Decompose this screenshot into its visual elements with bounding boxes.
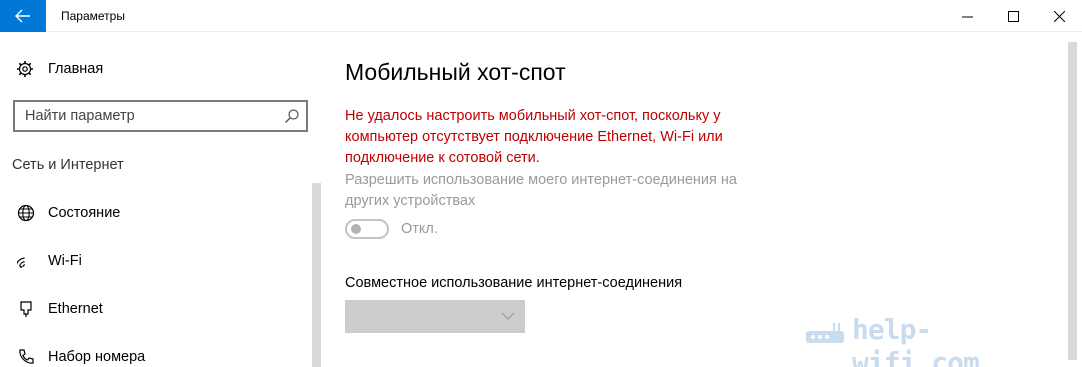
- nav-home[interactable]: Главная: [0, 55, 322, 83]
- title-bar: Параметры: [0, 0, 1082, 32]
- wifi-icon: [17, 257, 26, 268]
- watermark-text: help-wifi.com: [852, 313, 980, 367]
- globe-icon: [17, 204, 35, 222]
- sidebar-item-status[interactable]: Состояние: [0, 198, 308, 228]
- error-message: Не удалось настроить мобильный хот-спот,…: [345, 108, 723, 166]
- toggle-knob: [351, 224, 361, 234]
- nav-home-label: Главная: [48, 61, 104, 77]
- sidebar-item-label: Wi-Fi: [48, 253, 82, 269]
- page-title: Мобильный хот-спот: [345, 59, 566, 85]
- arrow-left-icon: [15, 9, 30, 23]
- hotspot-toggle[interactable]: [345, 219, 389, 239]
- minimize-icon: [961, 16, 973, 17]
- sidebar-item-dialup[interactable]: Набор номера: [0, 342, 308, 367]
- window-title: Параметры: [61, 9, 125, 23]
- back-button[interactable]: [0, 0, 46, 32]
- sidebar-item-ethernet[interactable]: Ethernet: [0, 294, 308, 324]
- share-connection-label: Совместное использование интернет-соедин…: [345, 275, 683, 291]
- allow-sharing-label: Разрешить использование моего интернет-с…: [345, 172, 737, 209]
- close-button[interactable]: [1036, 0, 1082, 32]
- share-connection-select[interactable]: [345, 300, 525, 333]
- watermark: help-wifi.com: [804, 313, 1044, 367]
- router-icon: [806, 323, 844, 343]
- sidebar-item-label: Набор номера: [48, 349, 146, 365]
- sidebar: Главная Сеть и Интернет Состояние Wi-Fi: [0, 33, 322, 367]
- search-icon[interactable]: [284, 108, 300, 124]
- toggle-state-label: Откл.: [401, 221, 438, 237]
- sidebar-scrollbar[interactable]: [312, 183, 321, 367]
- search-input[interactable]: [15, 102, 277, 130]
- phone-icon: [19, 349, 34, 364]
- section-title: Сеть и Интернет: [12, 157, 124, 173]
- sidebar-item-wifi[interactable]: Wi-Fi: [0, 246, 308, 276]
- maximize-icon: [1007, 10, 1019, 22]
- maximize-button[interactable]: [990, 0, 1036, 32]
- close-icon: [1053, 10, 1065, 22]
- sidebar-item-label: Ethernet: [48, 301, 103, 317]
- gear-icon: [17, 61, 33, 77]
- ethernet-icon: [20, 301, 32, 317]
- minimize-button[interactable]: [944, 0, 990, 32]
- sidebar-item-label: Состояние: [48, 205, 121, 221]
- main-scrollbar[interactable]: [1068, 42, 1077, 360]
- chevron-down-icon: [501, 312, 515, 320]
- search-box: [13, 100, 308, 132]
